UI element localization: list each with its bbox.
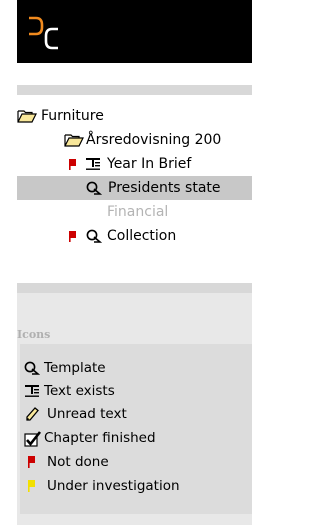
text-exists-icon — [25, 385, 39, 397]
legend-item: Chapter finished — [20, 426, 252, 450]
tree-item-label: Furniture — [41, 108, 104, 124]
tree-item-year-in-brief[interactable]: Year In Brief — [17, 152, 252, 176]
legend-item: Not done — [20, 450, 252, 474]
template-icon — [24, 361, 40, 375]
logo-icon — [29, 16, 58, 50]
icons-panel-title: Icons — [17, 328, 51, 341]
tree-item-label: Årsredovisning 200 — [86, 132, 222, 148]
pencil-icon — [26, 407, 39, 421]
legend-label: Template — [44, 360, 106, 376]
not-done-flag-icon — [69, 231, 76, 242]
legend-label: Not done — [47, 454, 109, 470]
open-folder-icon — [64, 134, 84, 147]
template-icon — [86, 181, 102, 195]
chapter-tree: Furniture Årsredovisning 200 Year In Bri… — [17, 85, 252, 293]
tree-item-label: Presidents state — [108, 180, 221, 196]
tree-top-border — [17, 85, 252, 95]
legend-item: Under investigation — [20, 474, 252, 498]
yellow-flag-icon — [28, 480, 35, 492]
app-header — [17, 0, 252, 63]
red-flag-icon — [28, 456, 35, 468]
not-done-flag-icon — [69, 159, 76, 170]
legend-label: Unread text — [47, 406, 127, 422]
legend-item: Template — [20, 356, 252, 380]
template-icon — [86, 229, 102, 243]
tree-item-label: Year In Brief — [107, 156, 192, 172]
checkmark-icon — [24, 431, 42, 447]
tree-bottom-border — [17, 283, 252, 293]
tree-item-label: Collection — [107, 228, 177, 244]
legend-label: Under investigation — [47, 478, 180, 494]
tree-item-financial[interactable]: Financial — [17, 200, 252, 224]
tree-item-collection[interactable]: Collection — [17, 224, 252, 248]
legend-label: Text exists — [44, 383, 115, 399]
legend-item: Unread text — [20, 402, 252, 426]
legend-label: Chapter finished — [44, 430, 156, 446]
tree-item-arsredovisning[interactable]: Årsredovisning 200 — [17, 128, 252, 152]
text-exists-icon — [86, 158, 100, 170]
open-folder-icon — [17, 110, 37, 123]
tree-item-furniture[interactable]: Furniture — [17, 104, 252, 128]
tree-item-presidents-statement[interactable]: Presidents state — [17, 176, 252, 200]
tree-item-label: Financial — [107, 204, 169, 220]
legend-item: Text exists — [20, 379, 252, 403]
icons-legend: Template Text exists Unread text Chapter… — [20, 344, 252, 514]
